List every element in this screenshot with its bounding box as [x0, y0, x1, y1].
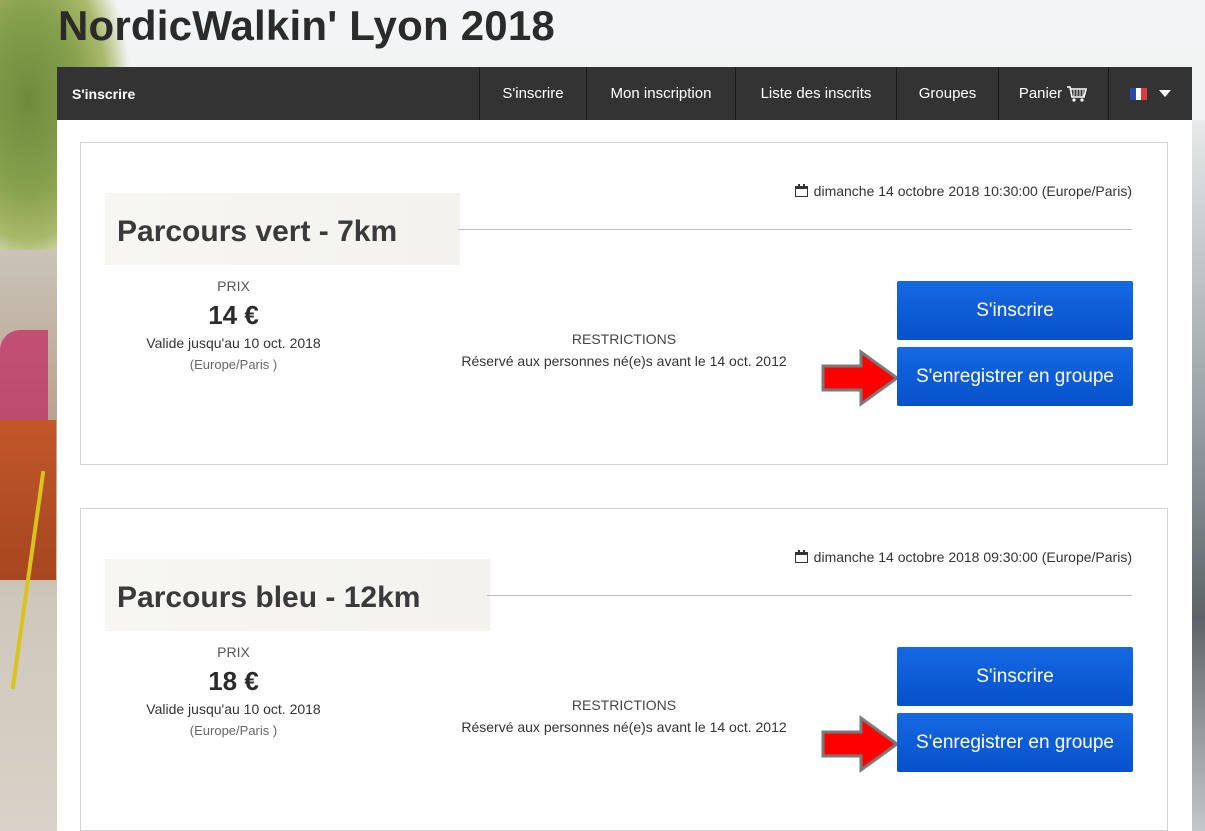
cart-icon [1067, 85, 1088, 102]
nav-item-liste-des-inscrits[interactable]: Liste des inscrits [735, 67, 896, 120]
price-validity: Valide jusqu'au 10 oct. 2018 [146, 335, 321, 351]
nav-item-panier-label: Panier [1018, 85, 1063, 102]
event-card: dimanche 14 octobre 2018 10:30:00 (Europ… [80, 142, 1168, 465]
nav-menu: S'inscrire Mon inscription Liste des ins… [479, 67, 1192, 120]
price-block: PRIX 14 € Valide jusqu'au 10 oct. 2018 (… [111, 278, 356, 372]
navbar-brand[interactable]: S'inscrire [57, 67, 479, 120]
price-label: PRIX [217, 644, 250, 660]
red-arrow-icon [821, 715, 900, 773]
restrictions-block: RESTRICTIONS Réservé aux personnes né(e)… [424, 697, 824, 735]
restrictions-block: RESTRICTIONS Réservé aux personnes né(e)… [424, 331, 824, 369]
event-card: dimanche 14 octobre 2018 09:30:00 (Europ… [80, 508, 1168, 831]
price-timezone: (Europe/Paris ) [189, 357, 278, 372]
event-title-box: Parcours bleu - 12km [105, 559, 490, 631]
language-dropdown[interactable] [1108, 67, 1192, 120]
restrictions-label: RESTRICTIONS [571, 697, 677, 713]
nav-item-panier[interactable]: Panier [998, 67, 1108, 120]
price-value: 14 € [208, 300, 259, 330]
events-content: dimanche 14 octobre 2018 10:30:00 (Europ… [57, 120, 1192, 831]
nav-item-mon-inscription[interactable]: Mon inscription [586, 67, 735, 120]
top-navbar: S'inscrire S'inscrire Mon inscription Li… [57, 67, 1192, 120]
nav-item-groupes[interactable]: Groupes [896, 67, 998, 120]
event-date: dimanche 14 octobre 2018 10:30:00 (Europ… [794, 183, 1132, 199]
event-title: Parcours vert - 7km [117, 215, 398, 248]
fr-flag-icon [1130, 87, 1148, 100]
restrictions-text: Réservé aux personnes né(e)s avant le 14… [461, 353, 787, 369]
price-label: PRIX [217, 278, 250, 294]
price-timezone: (Europe/Paris ) [189, 723, 278, 738]
price-validity: Valide jusqu'au 10 oct. 2018 [146, 701, 321, 717]
price-value: 18 € [208, 666, 259, 696]
restrictions-label: RESTRICTIONS [571, 331, 677, 347]
event-title-box: Parcours vert - 7km [105, 193, 460, 265]
calendar-icon [794, 183, 808, 197]
event-date-text: dimanche 14 octobre 2018 10:30:00 (Europ… [813, 183, 1132, 199]
divider [458, 229, 1132, 230]
restrictions-text: Réservé aux personnes né(e)s avant le 14… [461, 719, 787, 735]
divider [487, 595, 1132, 596]
group-register-button[interactable]: S'enregistrer en groupe [897, 713, 1133, 772]
page-title: NordicWalkin' Lyon 2018 [58, 2, 555, 49]
red-arrow-icon [821, 349, 900, 407]
event-date: dimanche 14 octobre 2018 09:30:00 (Europ… [794, 549, 1132, 565]
nav-item-sinscrire[interactable]: S'inscrire [479, 67, 586, 120]
event-date-text: dimanche 14 octobre 2018 09:30:00 (Europ… [813, 549, 1132, 565]
register-button[interactable]: S'inscrire [897, 281, 1133, 340]
chevron-down-icon [1159, 90, 1171, 97]
register-button[interactable]: S'inscrire [897, 647, 1133, 706]
calendar-icon [794, 549, 808, 563]
group-register-button[interactable]: S'enregistrer en groupe [897, 347, 1133, 406]
event-title: Parcours bleu - 12km [117, 581, 421, 614]
price-block: PRIX 18 € Valide jusqu'au 10 oct. 2018 (… [111, 644, 356, 738]
